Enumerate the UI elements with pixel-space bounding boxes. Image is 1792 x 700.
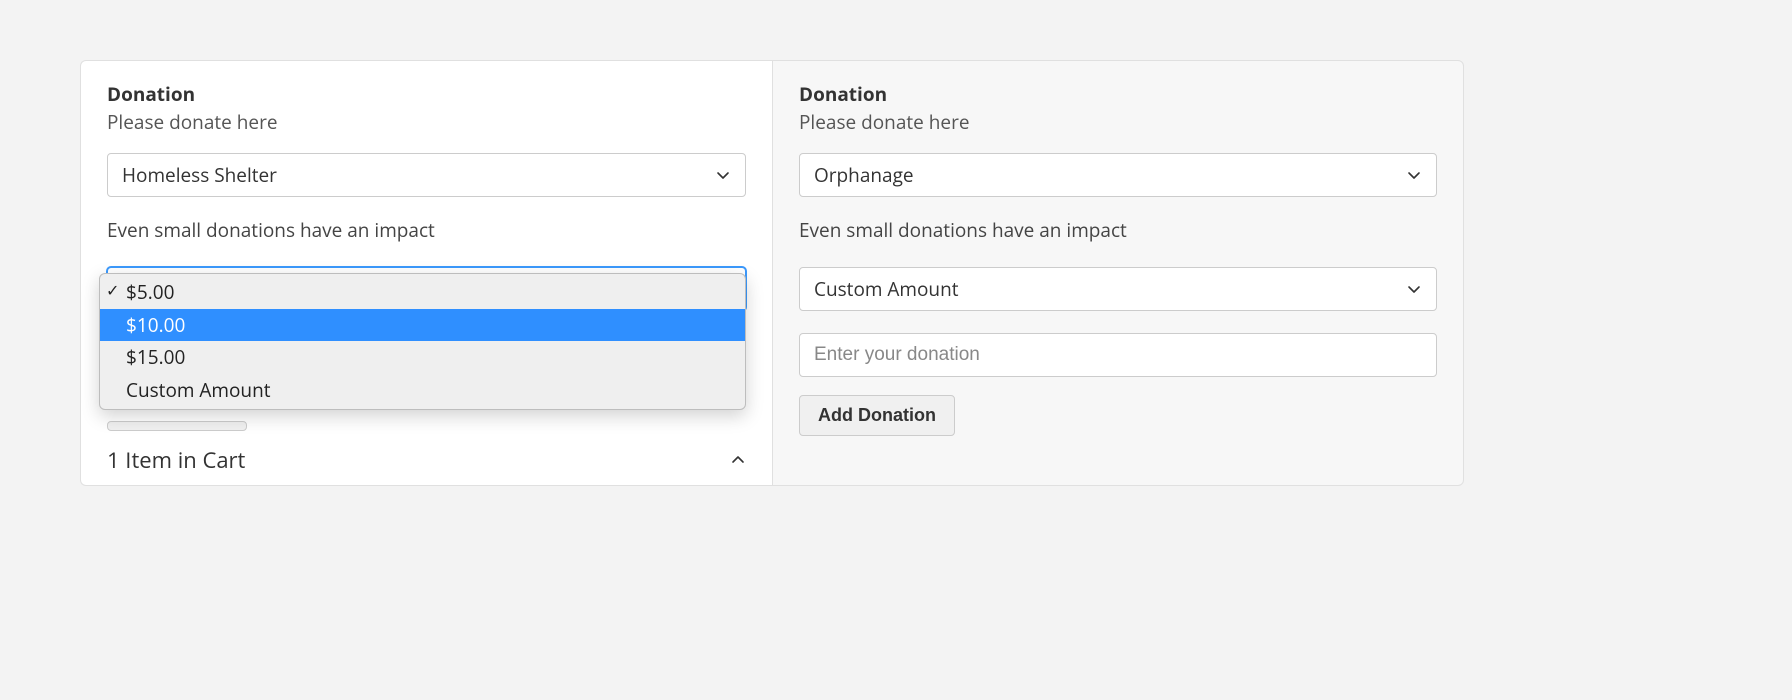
recipient-select[interactable]: Homeless Shelter <box>107 153 746 197</box>
impact-text: Even small donations have an impact <box>107 217 746 243</box>
amount-select[interactable]: Custom Amount <box>799 267 1437 311</box>
recipient-select-value: Homeless Shelter <box>122 162 277 188</box>
impact-text: Even small donations have an impact <box>799 217 1437 243</box>
donation-card-left: Donation Please donate here Homeless She… <box>80 60 772 486</box>
donation-subtitle: Please donate here <box>107 109 746 135</box>
amount-option[interactable]: Custom Amount <box>100 374 745 407</box>
recipient-select-value: Orphanage <box>814 162 914 188</box>
donation-title: Donation <box>799 81 1437 107</box>
donation-card-right: Donation Please donate here Orphanage Ev… <box>772 60 1464 486</box>
recipient-select[interactable]: Orphanage <box>799 153 1437 197</box>
chevron-down-icon <box>1406 281 1422 297</box>
add-donation-button[interactable]: Add Donation <box>799 395 955 436</box>
donation-subtitle: Please donate here <box>799 109 1437 135</box>
chevron-down-icon <box>715 167 731 183</box>
amount-option[interactable]: $15.00 <box>100 341 745 374</box>
amount-dropdown: $5.00 $10.00 $15.00 Custom Amount <box>99 273 746 410</box>
custom-amount-input[interactable] <box>799 333 1437 377</box>
donation-title: Donation <box>107 81 746 107</box>
chevron-up-icon <box>730 452 746 468</box>
cart-summary-row[interactable]: 1 Item in Cart <box>107 445 746 475</box>
cart-summary-text: 1 Item in Cart <box>107 445 245 475</box>
amount-select-value: Custom Amount <box>814 276 959 302</box>
chevron-down-icon <box>1406 167 1422 183</box>
amount-option[interactable]: $10.00 <box>100 309 745 342</box>
amount-option[interactable]: $5.00 <box>100 276 745 309</box>
add-donation-button[interactable] <box>107 421 247 431</box>
